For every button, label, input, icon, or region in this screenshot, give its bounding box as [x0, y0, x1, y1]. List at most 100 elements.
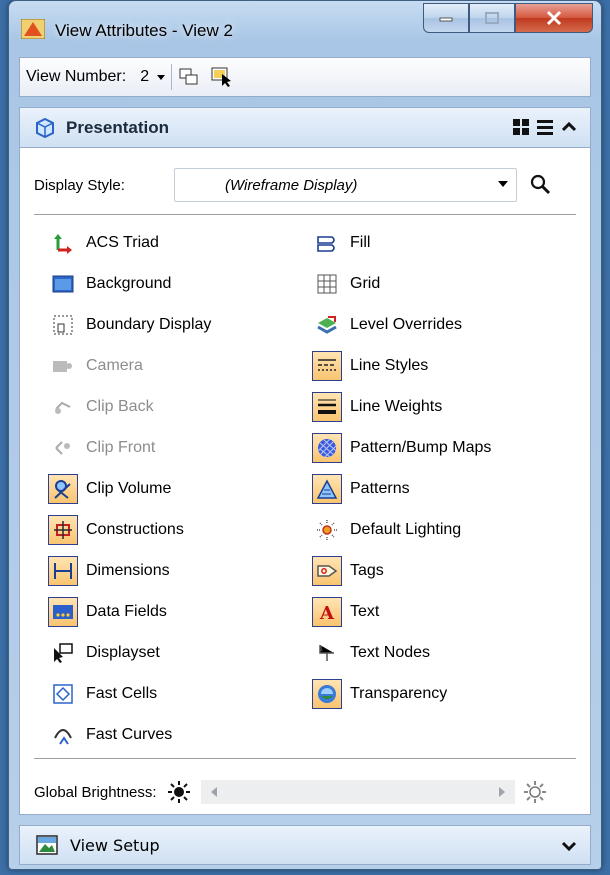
- svg-text:1: 1: [319, 645, 323, 653]
- app-icon: [21, 19, 45, 39]
- camera-icon: [48, 351, 78, 381]
- line-weights-icon-graphic: [318, 399, 336, 414]
- toggle-label: Text: [350, 602, 380, 620]
- toggle-label: Clip Volume: [86, 479, 172, 497]
- toggle-label: Constructions: [86, 520, 184, 538]
- presentation-header[interactable]: Presentation: [19, 107, 591, 147]
- fast-cells-icon: [48, 679, 78, 709]
- scroll-right-icon[interactable]: [498, 787, 505, 797]
- brightness-slider[interactable]: [200, 780, 515, 804]
- global-brightness-row: Global Brightness:: [34, 780, 547, 804]
- patterns-icon-graphic: [316, 478, 338, 499]
- acs-triad-icon-graphic: [54, 233, 72, 254]
- toggle-label: Camera: [86, 356, 143, 374]
- svg-text:A: A: [319, 603, 335, 623]
- view-setup-header[interactable]: View Setup: [19, 825, 591, 865]
- toggle-clip-volume[interactable]: Clip Volume: [48, 468, 211, 509]
- toggle-label: Boundary Display: [86, 315, 212, 333]
- toggle-constructions[interactable]: Constructions: [48, 509, 211, 550]
- close-button[interactable]: [515, 3, 593, 33]
- view-number-label: View Number:: [26, 68, 127, 85]
- displayset-icon: [48, 638, 78, 668]
- toggle-acs-triad[interactable]: ACS Triad: [48, 222, 211, 263]
- toggle-level-overrides[interactable]: Level Overrides: [312, 304, 491, 345]
- minimize-icon: [439, 17, 453, 22]
- view-number-dropdown[interactable]: 2: [140, 68, 166, 86]
- toggle-dimensions[interactable]: Dimensions: [48, 550, 211, 591]
- tags-icon-graphic: [317, 564, 338, 577]
- toggle-transparency[interactable]: Transparency: [312, 673, 491, 714]
- toggle-data-fields[interactable]: Data Fields: [48, 591, 211, 632]
- copy-view-icon[interactable]: [178, 67, 200, 87]
- text-nodes-icon-graphic: 1: [319, 644, 334, 661]
- line-styles-icon-graphic: [318, 358, 336, 371]
- presentation-title: Presentation: [66, 117, 169, 137]
- toggle-default-lighting[interactable]: Default Lighting: [312, 509, 491, 550]
- grid-view-icon[interactable]: [512, 118, 530, 136]
- boundary-display-icon: [48, 310, 78, 340]
- view-setup-icon: [36, 835, 58, 855]
- divider-bottom: [34, 758, 576, 759]
- toggle-background[interactable]: Background: [48, 263, 211, 304]
- camera-icon-graphic: [53, 360, 72, 372]
- display-style-select[interactable]: (Wireframe Display): [174, 168, 517, 202]
- toggle-camera[interactable]: Camera: [48, 345, 211, 386]
- scroll-left-icon[interactable]: [210, 787, 217, 797]
- toggle-tags[interactable]: Tags: [312, 550, 491, 591]
- tags-icon: [312, 555, 342, 586]
- toggle-fast-cells[interactable]: Fast Cells: [48, 673, 211, 714]
- toggle-fast-curves[interactable]: Fast Curves: [48, 714, 211, 755]
- toggle-text-nodes[interactable]: 1 Text Nodes: [312, 632, 491, 673]
- search-icon[interactable]: [529, 173, 553, 197]
- list-view-icon[interactable]: [536, 118, 554, 136]
- fast-curves-icon: [48, 720, 78, 750]
- constructions-icon-graphic: [54, 520, 72, 539]
- line-styles-icon: [312, 350, 342, 381]
- grid-icon: [312, 269, 342, 299]
- text-icon: A: [312, 596, 342, 627]
- toggle-label: Data Fields: [86, 602, 167, 620]
- toggle-line-weights[interactable]: Line Weights: [312, 386, 491, 427]
- toggle-text[interactable]: A Text: [312, 591, 491, 632]
- cube-icon: [36, 117, 54, 138]
- acs-triad-icon: [48, 228, 78, 258]
- clip-volume-icon-graphic: [54, 479, 71, 499]
- toggle-line-styles[interactable]: Line Styles: [312, 345, 491, 386]
- toggle-label: Fast Curves: [86, 725, 173, 743]
- view-number-value: 2: [140, 68, 150, 85]
- default-lighting-icon-graphic: [317, 519, 337, 540]
- transparency-icon-graphic: [318, 684, 336, 703]
- toggle-clip-front[interactable]: Clip Front: [48, 427, 211, 468]
- chevron-down-icon: [157, 74, 166, 80]
- expand-icon[interactable]: [560, 837, 578, 855]
- global-brightness-label: Global Brightness:: [34, 783, 157, 801]
- display-style-row: Display Style: (Wireframe Display): [34, 168, 553, 202]
- toolbar-separator: [171, 64, 173, 90]
- line-weights-icon: [312, 391, 342, 422]
- level-overrides-icon-graphic: [317, 315, 337, 334]
- select-view-icon[interactable]: [210, 66, 234, 88]
- toggle-boundary-display[interactable]: Boundary Display: [48, 304, 211, 345]
- minimize-button[interactable]: [423, 3, 469, 33]
- toggle-label: Fast Cells: [86, 684, 158, 702]
- toggle-label: Dimensions: [86, 561, 170, 579]
- displayset-icon-graphic: [54, 642, 73, 663]
- toggle-clip-back[interactable]: Clip Back: [48, 386, 211, 427]
- toggle-fill[interactable]: Fill: [312, 222, 491, 263]
- toggle-label: Clip Back: [86, 397, 154, 415]
- toggle-grid[interactable]: Grid: [312, 263, 491, 304]
- pattern-bump-maps-icon-graphic: [317, 438, 337, 457]
- toggle-label: Line Styles: [350, 356, 429, 374]
- title-bar[interactable]: View Attributes - View 2: [9, 1, 601, 55]
- toggle-label: Background: [86, 274, 172, 292]
- fast-cells-icon-graphic: [53, 683, 73, 704]
- text-icon-graphic: A: [319, 603, 335, 623]
- maximize-button[interactable]: [469, 3, 515, 33]
- divider-top: [34, 214, 576, 215]
- toggle-label: Text Nodes: [350, 643, 431, 661]
- toggle-pattern-bump-maps[interactable]: Pattern/Bump Maps: [312, 427, 491, 468]
- collapse-icon[interactable]: [560, 118, 578, 136]
- toggle-displayset[interactable]: Displayset: [48, 632, 211, 673]
- pattern-bump-maps-icon: [312, 432, 342, 463]
- toggle-patterns[interactable]: Patterns: [312, 468, 491, 509]
